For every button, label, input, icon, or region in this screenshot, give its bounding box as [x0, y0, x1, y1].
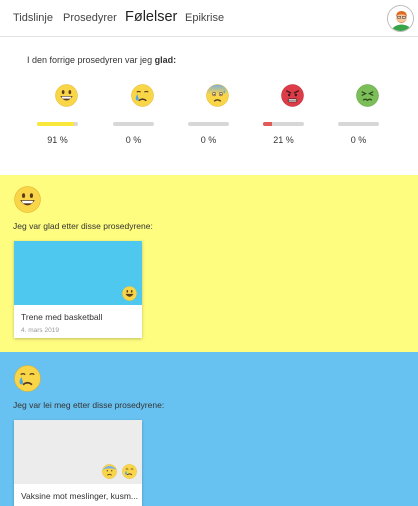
section-glad: Jeg var glad etter disse prosedyrene: Tr…: [0, 175, 418, 352]
emotion-percent: 0 %: [350, 135, 367, 145]
avatar[interactable]: [387, 5, 414, 32]
card-date: 4. mars 2019: [21, 327, 59, 334]
emotion-bar-fill: [37, 122, 75, 126]
emotion-percent: 21 %: [273, 135, 294, 145]
summary-emotion: glad:: [154, 55, 177, 65]
emotion-bar: [113, 122, 154, 126]
card-thumbnail: [14, 241, 142, 305]
emotion-bar: [263, 122, 304, 126]
emotion-percent: 91 %: [47, 135, 68, 145]
anxious-face-icon: [206, 84, 229, 107]
anxious-face-icon: [102, 464, 117, 479]
tab-tidslinje[interactable]: Tidslinje: [13, 12, 53, 24]
card-title: Vaksine mot meslinger, kusm...: [21, 491, 138, 501]
emotion-percent: 0 %: [200, 135, 217, 145]
card-title: Trene med basketball: [21, 312, 103, 322]
grinning-face-icon: [122, 286, 137, 301]
tab-prosedyrer[interactable]: Prosedyrer: [63, 12, 117, 24]
emotion-bar: [338, 122, 379, 126]
crying-face-icon: [131, 84, 154, 107]
emotion-bar: [188, 122, 229, 126]
emotion-bar: [37, 122, 78, 126]
crying-face-icon: [122, 464, 137, 479]
procedure-card[interactable]: Trene med basketball 4. mars 2019: [14, 241, 142, 338]
emotion-bar-fill: [263, 122, 272, 126]
procedure-card[interactable]: Vaksine mot meslinger, kusm...: [14, 420, 142, 506]
user-avatar-icon: [388, 6, 413, 31]
angry-face-icon: [281, 84, 304, 107]
section-sad: Jeg var lei meg etter disse prosedyrene:…: [0, 352, 418, 506]
tab-epikrise[interactable]: Epikrise: [185, 12, 224, 24]
card-thumbnail: [14, 420, 142, 484]
grinning-face-icon: [55, 84, 78, 107]
top-navigation: Tidslinje Prosedyrer Følelser Epikrise: [0, 0, 418, 37]
nauseated-face-icon: [356, 84, 379, 107]
summary-intro: I den forrige prosedyren var jeg glad:: [27, 55, 177, 65]
tab-folelser[interactable]: Følelser: [125, 9, 177, 25]
section-caption: Jeg var glad etter disse prosedyrene:: [13, 221, 153, 231]
grinning-face-icon: [14, 186, 41, 213]
emotion-percent: 0 %: [125, 135, 142, 145]
crying-face-icon: [14, 365, 41, 392]
section-caption: Jeg var lei meg etter disse prosedyrene:: [13, 400, 165, 410]
